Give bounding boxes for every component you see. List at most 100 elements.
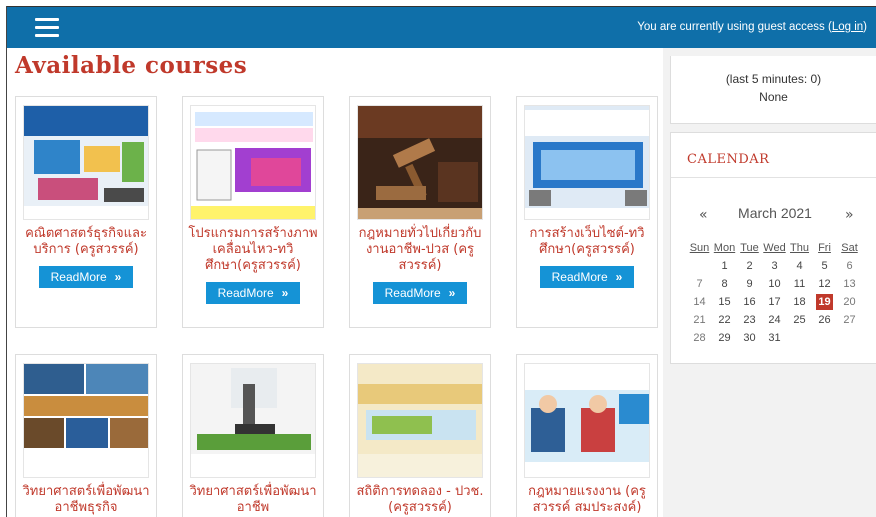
double-chevron-right-icon: » [281,286,289,300]
online-users-period: (last 5 minutes: 0) [725,72,822,86]
course-card: วิทยาศาสตร์เพื่อพัฒนาอาชีพธุรกิจ [15,354,157,517]
double-chevron-right-icon: » [615,270,623,284]
course-thumbnail[interactable] [524,363,650,478]
calendar-day-cell[interactable]: 5 [812,257,837,275]
course-title-link[interactable]: การสร้างเว็บไซต์-ทวิศึกษา(ครูสวรรค์) [517,226,657,258]
calendar-day-cell[interactable]: 10 [762,275,787,293]
login-link[interactable]: Log in [832,21,863,33]
course-title-link[interactable]: วิทยาศาสตร์เพื่อพัฒนาอาชีพธุรกิจ [16,484,156,516]
calendar-day-cell[interactable]: 15 [712,293,737,311]
guest-access-text: You are currently using guest access ( [637,21,832,33]
course-thumbnail[interactable] [23,105,149,220]
course-card: สถิติการทดลอง - ปวช.(ครูสวรรค์) [349,354,491,517]
calendar-day-cell[interactable]: 9 [737,275,762,293]
readmore-label: ReadMore [217,286,274,300]
course-title-link[interactable]: วิทยาศาสตร์เพื่อพัฒนาอาชีพ [183,484,323,516]
right-sidebar: (last 5 minutes: 0) None CALENDAR « Marc… [670,48,876,517]
calendar-day-cell[interactable]: 13 [837,275,862,293]
course-thumbnail[interactable] [357,363,483,478]
online-users-block: (last 5 minutes: 0) None [670,56,876,124]
calendar-day-cell[interactable]: 17 [762,293,787,311]
calendar-today-cell[interactable]: 19 [812,293,837,311]
course-card: การสร้างเว็บไซต์-ทวิศึกษา(ครูสวรรค์) Rea… [516,96,658,328]
course-card: โปรแกรมการสร้างภาพเคลื่อนไหว-ทวิศึกษา(คร… [182,96,324,328]
calendar-day-cell[interactable]: 21 [687,311,712,329]
course-card: กฎหมายทั่วไปเกี่ยวกับงานอาชีพ-ปวส (ครูสว… [349,96,491,328]
guest-access-notice: You are currently using guest access (Lo… [637,21,867,33]
calendar-day-cell[interactable]: 4 [787,257,812,275]
online-users-list: None [759,90,788,104]
calendar-empty-cell [812,329,837,347]
course-card: กฎหมายแรงงาน (ครูสวรรค์ สมประสงค์) [516,354,658,517]
calendar-weekday-row: Sun Mon Tue Wed Thu Fri Sat [687,239,862,257]
double-chevron-right-icon: » [114,270,122,284]
course-thumbnail[interactable] [524,105,650,220]
double-chevron-right-icon: » [448,286,456,300]
calendar-day-cell[interactable]: 25 [787,311,812,329]
calendar-day-cell[interactable]: 3 [762,257,787,275]
course-thumbnail[interactable] [190,105,316,220]
calendar-day-cell[interactable]: 29 [712,329,737,347]
top-navbar: You are currently using guest access (Lo… [7,6,876,48]
calendar-day-cell[interactable]: 8 [712,275,737,293]
calendar-day-cell[interactable]: 6 [837,257,862,275]
calendar-day-cell[interactable]: 20 [837,293,862,311]
weekday-header: Wed [763,242,786,254]
calendar-divider [671,177,876,178]
calendar-week-row: 28 29 30 31 [687,329,862,347]
readmore-button[interactable]: ReadMore » [205,282,301,304]
calendar-day-cell[interactable]: 12 [812,275,837,293]
calendar-week-row: 14 15 16 17 18 19 20 [687,293,862,311]
calendar-empty-cell [787,329,812,347]
calendar-day-cell[interactable]: 30 [737,329,762,347]
weekday-header: Sat [841,242,858,254]
course-title-link[interactable]: โปรแกรมการสร้างภาพเคลื่อนไหว-ทวิศึกษา(คร… [183,226,323,274]
calendar-day-cell[interactable]: 27 [837,311,862,329]
calendar-day-cell[interactable]: 26 [812,311,837,329]
calendar-day-cell[interactable]: 31 [762,329,787,347]
course-title-link[interactable]: คณิตศาสตร์ธุรกิจและบริการ (ครูสวรรค์) [16,226,156,258]
weekday-header: Thu [790,242,809,254]
weekday-header: Fri [818,242,831,254]
course-thumbnail[interactable] [23,363,149,478]
readmore-label: ReadMore [384,286,441,300]
calendar-day-cell[interactable]: 16 [737,293,762,311]
readmore-button[interactable]: ReadMore » [372,282,468,304]
calendar-day-cell[interactable]: 11 [787,275,812,293]
calendar-days: 1 2 3 4 5 6 7 8 9 10 11 12 13 14 15 16 17 18 19 20 21 22 23 24 2… [687,257,862,347]
course-title-link[interactable]: สถิติการทดลอง - ปวช.(ครูสวรรค์) [350,484,490,516]
weekday-header: Tue [740,242,759,254]
calendar-empty-cell [687,257,712,275]
calendar-today-marker: 19 [816,294,833,310]
course-thumbnail[interactable] [190,363,316,478]
browser-frame: You are currently using guest access (Lo… [6,6,876,517]
calendar-day-cell[interactable]: 14 [687,293,712,311]
course-thumbnail[interactable] [357,105,483,220]
next-month-icon[interactable]: » [845,207,854,223]
previous-month-icon[interactable]: « [699,207,708,223]
main-content: Available courses คณิตศาสตร์ธุรกิจและบริ… [7,48,663,517]
menu-hamburger-icon[interactable] [35,18,59,38]
readmore-label: ReadMore [551,270,608,284]
calendar-empty-cell [837,329,862,347]
readmore-button[interactable]: ReadMore » [38,266,134,288]
calendar-day-cell[interactable]: 22 [712,311,737,329]
course-title-link[interactable]: กฎหมายทั่วไปเกี่ยวกับงานอาชีพ-ปวส (ครูสว… [350,226,490,274]
calendar-day-cell[interactable]: 1 [712,257,737,275]
calendar-block: CALENDAR « March 2021 » Sun Mon Tue Wed Thu F… [670,132,876,364]
calendar-day-cell[interactable]: 28 [687,329,712,347]
weekday-header: Sun [689,242,710,254]
calendar-day-cell[interactable]: 23 [737,311,762,329]
page-title: Available courses [15,52,248,79]
calendar-day-cell[interactable]: 24 [762,311,787,329]
course-title-link[interactable]: กฎหมายแรงงาน (ครูสวรรค์ สมประสงค์) [517,484,657,516]
calendar-day-cell[interactable]: 18 [787,293,812,311]
calendar-title: CALENDAR [687,152,770,167]
calendar-day-cell[interactable]: 7 [687,275,712,293]
calendar-week-row: 123456 [687,257,862,275]
course-card: วิทยาศาสตร์เพื่อพัฒนาอาชีพ [182,354,324,517]
calendar-day-cell[interactable]: 2 [737,257,762,275]
readmore-button[interactable]: ReadMore » [539,266,635,288]
calendar-week-row: 7 8 9 10 11 12 13 [687,275,862,293]
calendar-week-row: 21 22 23 24 25 26 27 [687,311,862,329]
